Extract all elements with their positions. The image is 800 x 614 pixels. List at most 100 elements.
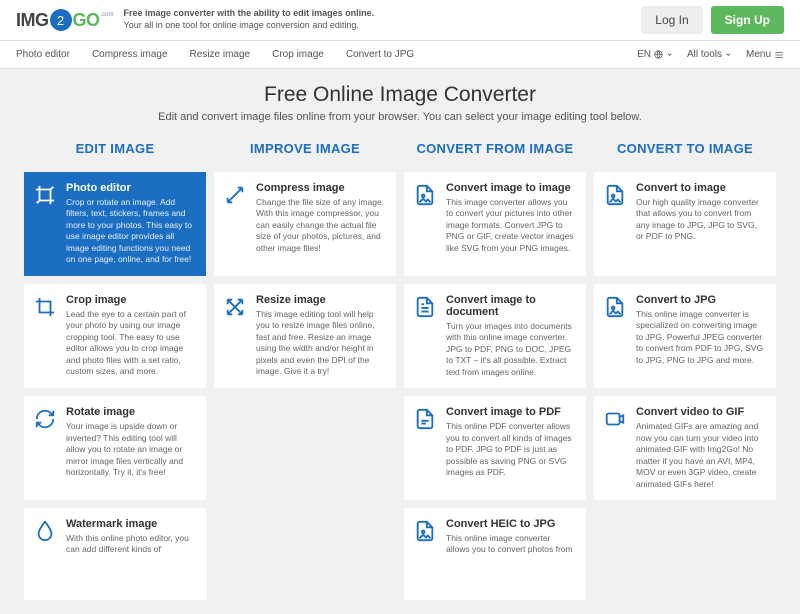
all-tools-label: All tools (687, 49, 722, 60)
header-buttons: Log In Sign Up (641, 6, 784, 34)
resize-icon (222, 294, 248, 378)
logo[interactable]: IMG 2 GO .com (16, 9, 114, 31)
tool-card[interactable]: Convert to image Our high quality image … (594, 172, 776, 276)
column-header: CONVERT FROM IMAGE (404, 137, 586, 164)
chevron-down-icon (725, 51, 732, 58)
all-tools[interactable]: All tools (687, 49, 732, 60)
nav-crop-image[interactable]: Crop image (272, 49, 324, 60)
tagline: Free image converter with the ability to… (124, 8, 375, 31)
card-title: Resize image (256, 294, 386, 306)
card-content: Convert image to image This image conver… (446, 182, 576, 266)
card-content: Convert image to document Turn your imag… (446, 294, 576, 378)
card-content: Convert video to GIF Animated GIFs are a… (636, 406, 766, 490)
nav-compress-image[interactable]: Compress image (92, 49, 168, 60)
hamburger-icon (774, 50, 784, 60)
lang-label: EN (637, 49, 651, 60)
card-desc: With this online photo editor, you can a… (66, 533, 196, 556)
header: IMG 2 GO .com Free image converter with … (0, 0, 800, 41)
tool-card[interactable]: Crop image Lead the eye to a certain par… (24, 284, 206, 388)
card-desc: Your image is upside down or inverted? T… (66, 421, 196, 478)
card-content: Watermark image With this online photo e… (66, 518, 196, 590)
card-title: Compress image (256, 182, 386, 194)
tool-card[interactable]: Convert image to PDF This online PDF con… (404, 396, 586, 500)
card-content: Convert to image Our high quality image … (636, 182, 766, 266)
login-button[interactable]: Log In (641, 6, 702, 34)
page-subtitle: Edit and convert image files online from… (24, 111, 776, 123)
card-content: Convert HEIC to JPG This online image co… (446, 518, 576, 590)
tool-card[interactable]: Resize image This image editing tool wil… (214, 284, 396, 388)
card-content: Resize image This image editing tool wil… (256, 294, 386, 378)
card-desc: This online PDF converter allows you to … (446, 421, 576, 478)
nav-convert-to-jpg[interactable]: Convert to JPG (346, 49, 414, 60)
column-header: CONVERT TO IMAGE (594, 137, 776, 164)
tagline-line2: Your all in one tool for online image co… (124, 20, 375, 32)
menu[interactable]: Menu (746, 49, 784, 60)
page-title: Free Online Image Converter (24, 83, 776, 107)
tool-card[interactable]: Convert to JPG This online image convert… (594, 284, 776, 388)
logo-two: 2 (50, 9, 72, 31)
card-desc: Turn your images into documents with thi… (446, 321, 576, 378)
logo-img: IMG (16, 10, 49, 31)
card-content: Compress image Change the file size of a… (256, 182, 386, 266)
nav-resize-image[interactable]: Resize image (190, 49, 251, 60)
lang-selector[interactable]: EN (637, 49, 673, 60)
menu-label: Menu (746, 49, 771, 60)
card-content: Convert image to PDF This online PDF con… (446, 406, 576, 490)
file-pdf-icon (412, 406, 438, 490)
card-desc: This image editing tool will help you to… (256, 309, 386, 378)
card-title: Photo editor (66, 182, 196, 194)
card-title: Convert to JPG (636, 294, 766, 306)
main: Free Online Image Converter Edit and con… (0, 69, 800, 614)
tool-card[interactable]: Watermark image With this online photo e… (24, 508, 206, 600)
card-title: Convert image to document (446, 294, 576, 318)
video-icon (602, 406, 628, 490)
column-header: IMPROVE IMAGE (214, 137, 396, 164)
column-header: EDIT IMAGE (24, 137, 206, 164)
card-desc: Crop or rotate an image. Add filters, te… (66, 197, 196, 266)
rotate-icon (32, 406, 58, 490)
card-content: Convert to JPG This online image convert… (636, 294, 766, 378)
card-title: Convert HEIC to JPG (446, 518, 576, 530)
file-img-icon (602, 182, 628, 266)
navbar-right: EN All tools Menu (637, 49, 784, 60)
file-img-icon (602, 294, 628, 378)
card-title: Convert video to GIF (636, 406, 766, 418)
card-content: Rotate image Your image is upside down o… (66, 406, 196, 490)
card-title: Rotate image (66, 406, 196, 418)
tool-card[interactable]: Photo editor Crop or rotate an image. Ad… (24, 172, 206, 276)
compress-icon (222, 182, 248, 266)
drop-icon (32, 518, 58, 590)
logo-go: GO (73, 10, 100, 31)
tool-card[interactable]: Convert video to GIF Animated GIFs are a… (594, 396, 776, 500)
logo-com: .com (101, 12, 114, 18)
card-title: Crop image (66, 294, 196, 306)
card-desc: This image converter allows you to conve… (446, 197, 576, 254)
chevron-down-icon (666, 51, 673, 58)
tool-card[interactable]: Rotate image Your image is upside down o… (24, 396, 206, 500)
card-title: Convert image to PDF (446, 406, 576, 418)
card-title: Convert image to image (446, 182, 576, 194)
tool-card[interactable]: Compress image Change the file size of a… (214, 172, 396, 276)
file-doc-icon (412, 294, 438, 378)
card-desc: Our high quality image converter that al… (636, 197, 766, 243)
file-img-icon (412, 518, 438, 590)
globe-icon (654, 50, 663, 59)
signup-button[interactable]: Sign Up (711, 6, 784, 34)
card-title: Watermark image (66, 518, 196, 530)
tool-grid: EDIT IMAGE IMPROVE IMAGE CONVERT FROM IMAG… (24, 137, 776, 600)
tool-card[interactable]: Convert image to image This image conver… (404, 172, 586, 276)
card-desc: Change the file size of any image. With … (256, 197, 386, 254)
card-content: Photo editor Crop or rotate an image. Ad… (66, 182, 196, 266)
tool-card[interactable]: Convert image to document Turn your imag… (404, 284, 586, 388)
card-desc: Lead the eye to a certain part of your p… (66, 309, 196, 378)
card-content: Crop image Lead the eye to a certain par… (66, 294, 196, 378)
card-desc: This online image converter allows you t… (446, 533, 576, 556)
file-img-icon (412, 182, 438, 266)
tool-card[interactable]: Convert HEIC to JPG This online image co… (404, 508, 586, 600)
card-title: Convert to image (636, 182, 766, 194)
nav-photo-editor[interactable]: Photo editor (16, 49, 70, 60)
crop-icon (32, 294, 58, 378)
navbar: Photo editor Compress image Resize image… (0, 41, 800, 69)
card-desc: Animated GIFs are amazing and now you ca… (636, 421, 766, 490)
tagline-line1: Free image converter with the ability to… (124, 8, 375, 20)
